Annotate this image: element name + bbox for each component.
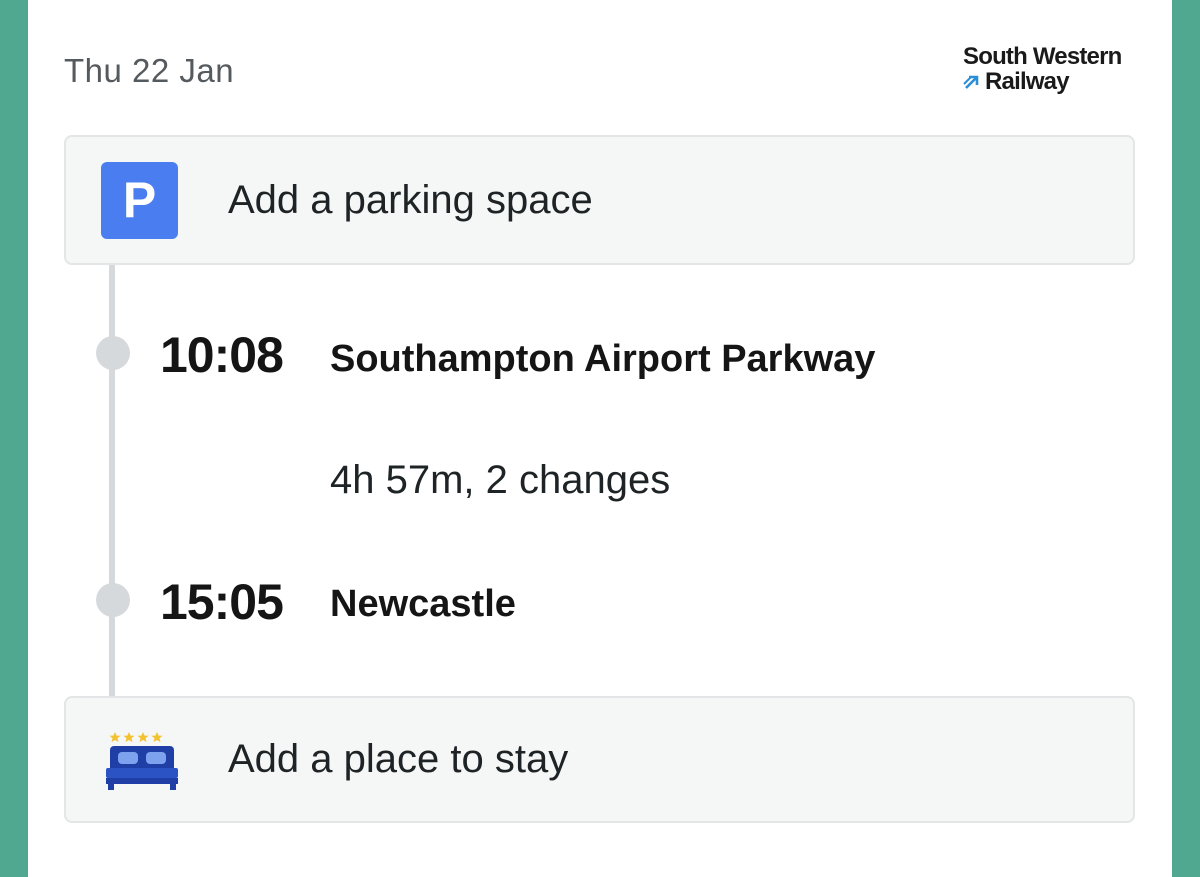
hotel-bed-icon — [106, 732, 178, 790]
arrival-time: 15:05 — [160, 574, 284, 630]
operator-logo: South Western Railway — [963, 44, 1138, 94]
timeline-line — [109, 265, 115, 696]
add-stay-card[interactable]: Add a place to stay — [64, 696, 1135, 823]
logo-text-line2: Railway — [985, 68, 1070, 95]
add-parking-label: Add a parking space — [228, 177, 593, 222]
departure-station[interactable]: Southampton Airport Parkway — [330, 338, 875, 381]
departure-time: 10:08 — [160, 327, 284, 383]
parking-icon: P — [101, 161, 178, 239]
journey-date: Thu 22 Jan — [64, 52, 235, 89]
add-parking-card[interactable]: P Add a parking space — [64, 135, 1135, 265]
departure-dot — [96, 336, 130, 370]
add-stay-label: Add a place to stay — [228, 737, 569, 781]
logo-text-line1: South Western — [963, 43, 1122, 70]
arrival-dot — [96, 583, 130, 617]
arrival-station[interactable]: Newcastle — [330, 583, 516, 626]
journey-summary[interactable]: 4h 57m, 2 changes — [330, 458, 670, 503]
rating-stars-icon — [109, 732, 163, 742]
swr-arrow-icon — [963, 75, 979, 89]
journey-panel: Thu 22 Jan South Western Railway P Add a… — [28, 0, 1172, 877]
